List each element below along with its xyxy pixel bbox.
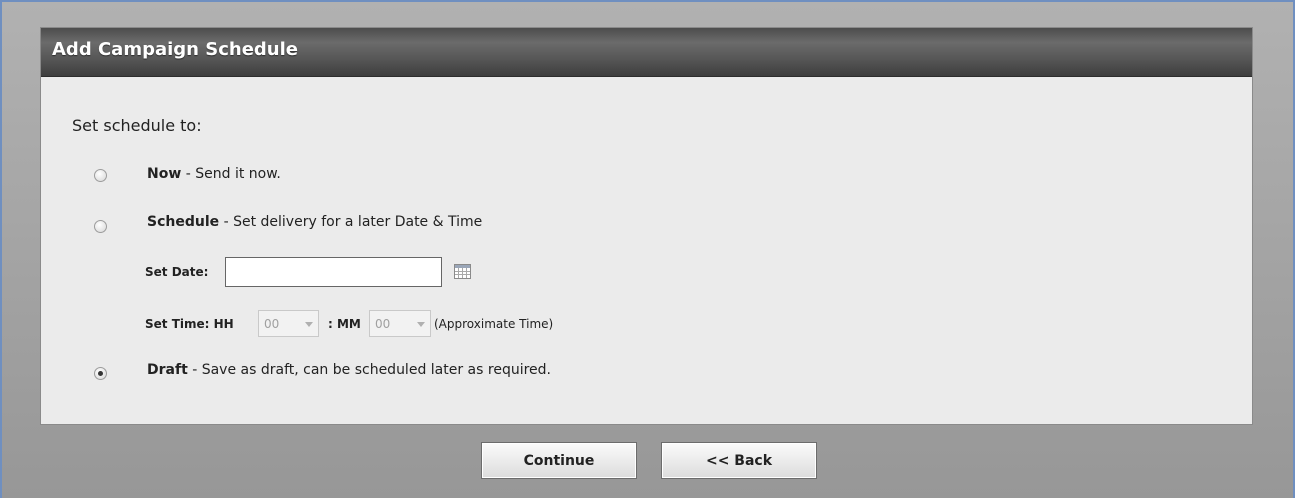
campaign-schedule-panel: Add Campaign Schedule Set schedule to: N… (40, 27, 1253, 425)
option-draft-description: - Save as draft, can be scheduled later … (187, 362, 551, 378)
radio-schedule[interactable] (94, 220, 107, 233)
set-date-input[interactable] (225, 257, 442, 287)
option-schedule-description: - Set delivery for a later Date & Time (219, 214, 483, 230)
mm-select-value: 00 (375, 317, 391, 331)
option-draft[interactable]: Draft - Save as draft, can be scheduled … (147, 362, 551, 378)
set-time-mm-label: : MM (328, 317, 361, 331)
hh-select[interactable]: 00 (258, 310, 319, 337)
option-schedule[interactable]: Schedule - Set delivery for a later Date… (147, 214, 482, 230)
approximate-time-note: (Approximate Time) (434, 317, 554, 331)
panel-title: Add Campaign Schedule (52, 39, 298, 60)
option-now[interactable]: Now - Send it now. (147, 166, 281, 182)
radio-now[interactable] (94, 169, 107, 182)
radio-draft[interactable] (94, 367, 107, 380)
back-button[interactable]: << Back (661, 442, 817, 479)
chevron-down-icon (305, 322, 313, 327)
set-date-label: Set Date: (145, 265, 209, 279)
mm-select[interactable]: 00 (369, 310, 431, 337)
option-draft-name: Draft (147, 362, 188, 378)
chevron-down-icon (417, 322, 425, 327)
set-time-hh-label: Set Time: HH (145, 317, 234, 331)
option-now-description: - Send it now. (181, 166, 281, 182)
calendar-icon[interactable] (454, 264, 471, 279)
hh-select-value: 00 (264, 317, 280, 331)
option-now-name: Now (147, 166, 182, 182)
option-schedule-name: Schedule (147, 214, 220, 230)
schedule-prompt: Set schedule to: (72, 116, 202, 135)
panel-header: Add Campaign Schedule (41, 28, 1252, 77)
continue-button[interactable]: Continue (481, 442, 637, 479)
